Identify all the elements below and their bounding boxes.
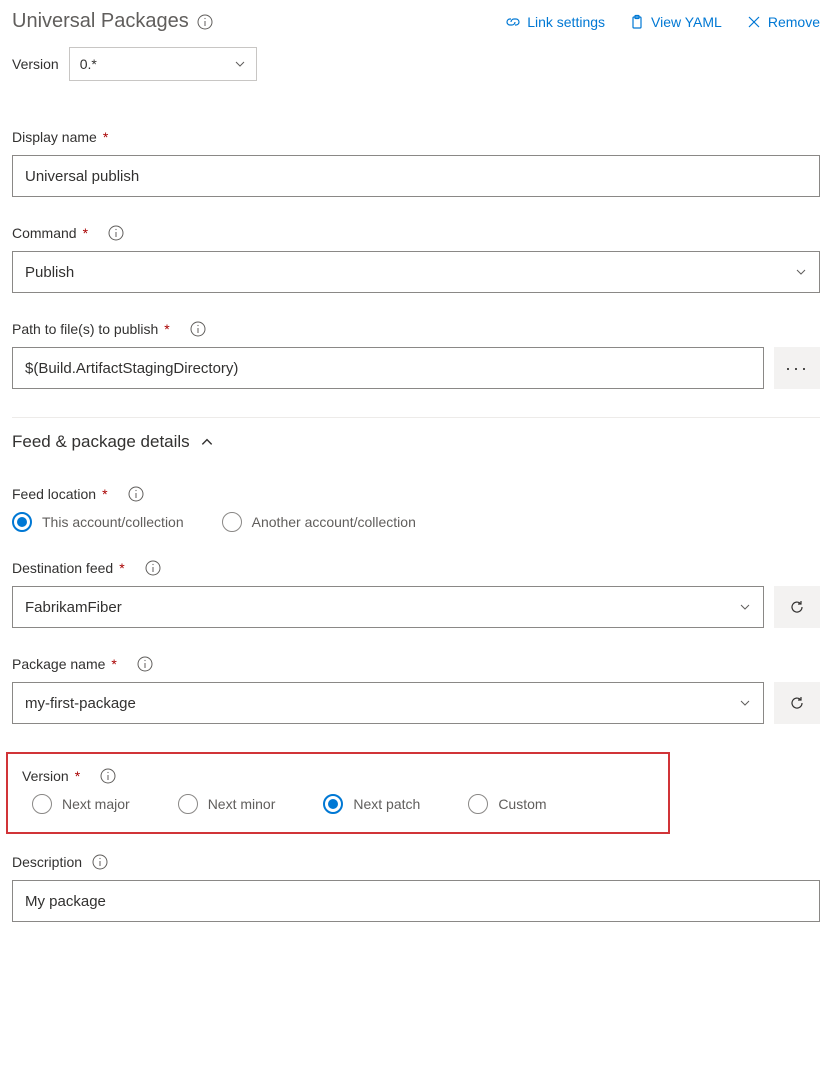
display-name-field: Display name * [12, 129, 820, 197]
radio-icon [323, 794, 343, 814]
feed-location-another-label: Another account/collection [252, 514, 416, 530]
top-version-select[interactable]: 0.* [69, 47, 257, 81]
refresh-button[interactable] [774, 586, 820, 628]
package-name-value: my-first-package [25, 695, 136, 712]
display-name-label-row: Display name * [12, 129, 820, 145]
version-label-row: Version * [22, 768, 654, 784]
version-major-radio[interactable]: Next major [32, 794, 130, 814]
top-version-row: Version 0.* [12, 47, 820, 81]
link-settings-button[interactable]: Link settings [505, 14, 605, 30]
version-patch-label: Next patch [353, 796, 420, 812]
info-icon[interactable] [137, 656, 153, 672]
remove-button[interactable]: Remove [746, 14, 820, 30]
command-field: Command * Publish [12, 225, 820, 293]
path-input[interactable] [12, 347, 764, 389]
version-highlight: Version * Next major Next minor Next pat… [6, 752, 670, 834]
radio-icon [12, 512, 32, 532]
version-minor-radio[interactable]: Next minor [178, 794, 276, 814]
feed-location-field: Feed location * This account/collection … [12, 486, 820, 532]
chevron-down-icon [234, 58, 246, 70]
link-icon [505, 14, 521, 30]
info-icon[interactable] [197, 14, 213, 30]
close-icon [746, 14, 762, 30]
info-icon[interactable] [190, 321, 206, 337]
destination-feed-label: Destination feed [12, 560, 113, 576]
chevron-down-icon [739, 697, 751, 709]
required-asterisk: * [83, 225, 88, 241]
info-icon[interactable] [92, 854, 108, 870]
destination-feed-label-row: Destination feed * [12, 560, 820, 576]
destination-feed-value: FabrikamFiber [25, 599, 122, 616]
required-asterisk: * [111, 656, 116, 672]
required-asterisk: * [164, 321, 169, 337]
display-name-label: Display name [12, 129, 97, 145]
feed-location-label: Feed location [12, 486, 96, 502]
version-field: Version * Next major Next minor Next pat… [22, 768, 654, 814]
feed-location-this-radio[interactable]: This account/collection [12, 512, 184, 532]
chevron-down-icon [795, 266, 807, 278]
display-name-input[interactable] [12, 155, 820, 197]
refresh-icon [789, 599, 805, 615]
section-header[interactable]: Feed & package details [12, 417, 820, 466]
view-yaml-button[interactable]: View YAML [629, 14, 722, 30]
info-icon[interactable] [128, 486, 144, 502]
clipboard-icon [629, 14, 645, 30]
chevron-up-icon [200, 435, 214, 449]
radio-icon [32, 794, 52, 814]
feed-location-label-row: Feed location * [12, 486, 820, 502]
section-title: Feed & package details [12, 432, 190, 452]
view-yaml-label: View YAML [651, 14, 722, 30]
refresh-icon [789, 695, 805, 711]
link-settings-label: Link settings [527, 14, 605, 30]
description-label: Description [12, 854, 82, 870]
version-major-label: Next major [62, 796, 130, 812]
package-name-select[interactable]: my-first-package [12, 682, 764, 724]
header-row: Universal Packages Link settings View YA… [12, 10, 820, 33]
info-icon[interactable] [145, 560, 161, 576]
required-asterisk: * [102, 486, 107, 502]
top-version-label: Version [12, 56, 59, 72]
description-input[interactable] [12, 880, 820, 922]
top-version-value: 0.* [80, 56, 97, 72]
description-field: Description [12, 854, 820, 922]
destination-feed-field: Destination feed * FabrikamFiber [12, 560, 820, 628]
feed-location-another-radio[interactable]: Another account/collection [222, 512, 416, 532]
package-name-field: Package name * my-first-package [12, 656, 820, 724]
info-icon[interactable] [100, 768, 116, 784]
radio-icon [468, 794, 488, 814]
command-label: Command [12, 225, 77, 241]
version-minor-label: Next minor [208, 796, 276, 812]
version-label: Version [22, 768, 69, 784]
command-select[interactable]: Publish [12, 251, 820, 293]
page-title: Universal Packages [12, 10, 189, 33]
command-label-row: Command * [12, 225, 820, 241]
required-asterisk: * [75, 768, 80, 784]
radio-icon [222, 512, 242, 532]
radio-icon [178, 794, 198, 814]
version-custom-label: Custom [498, 796, 546, 812]
feed-location-this-label: This account/collection [42, 514, 184, 530]
version-custom-radio[interactable]: Custom [468, 794, 546, 814]
package-name-label: Package name [12, 656, 105, 672]
path-field: Path to file(s) to publish * ··· [12, 321, 820, 389]
chevron-down-icon [739, 601, 751, 613]
required-asterisk: * [103, 129, 108, 145]
browse-button[interactable]: ··· [774, 347, 820, 389]
command-value: Publish [25, 264, 74, 281]
path-label: Path to file(s) to publish [12, 321, 158, 337]
description-label-row: Description [12, 854, 820, 870]
remove-label: Remove [768, 14, 820, 30]
required-asterisk: * [119, 560, 124, 576]
path-label-row: Path to file(s) to publish * [12, 321, 820, 337]
package-name-label-row: Package name * [12, 656, 820, 672]
header-actions: Link settings View YAML Remove [505, 14, 820, 30]
destination-feed-select[interactable]: FabrikamFiber [12, 586, 764, 628]
refresh-button[interactable] [774, 682, 820, 724]
ellipsis-icon: ··· [785, 358, 809, 379]
info-icon[interactable] [108, 225, 124, 241]
version-patch-radio[interactable]: Next patch [323, 794, 420, 814]
